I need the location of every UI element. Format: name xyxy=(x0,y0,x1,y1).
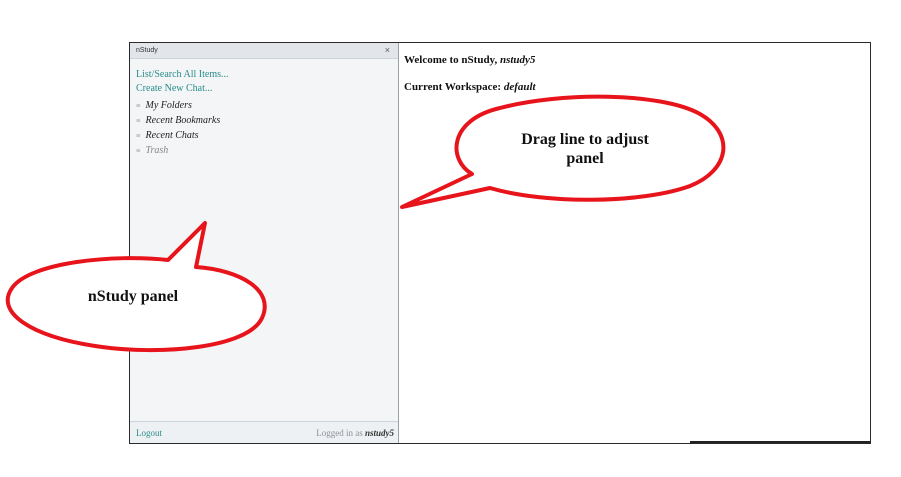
panel-callout-text: nStudy panel xyxy=(87,288,179,305)
drag-callout-line-1: Drag line to adjust xyxy=(521,131,649,148)
drag-line-callout-bubble xyxy=(5,94,726,353)
drag-callout-line-2: panel xyxy=(566,150,604,167)
drag-callout-text: Drag line to adjust panel xyxy=(490,130,680,168)
